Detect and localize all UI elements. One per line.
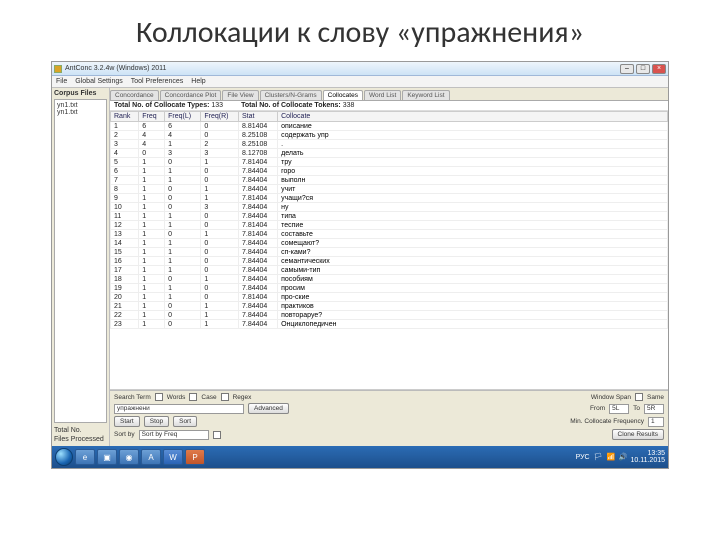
main-panel: Concordance Concordance Plot File View C… [110,88,668,446]
taskbar-app-chrome[interactable]: ◉ [119,449,139,465]
maximize-button[interactable]: □ [636,64,650,74]
taskbar-app-word[interactable]: W [163,449,183,465]
table-row[interactable]: 101037.84404ну [111,203,668,212]
sort-by-label: Sort by [114,431,135,438]
col-collocate[interactable]: Collocate [278,112,668,122]
tray-sound-icon[interactable]: 🔊 [618,453,626,461]
types-value: 133 [211,102,223,109]
collocate-table: Rank Freq Freq(L) Freq(R) Stat Collocate… [110,111,668,329]
table-row[interactable]: 181017.84404пособиям [111,275,668,284]
table-row[interactable]: 71107.84404выполн [111,176,668,185]
sort-button[interactable]: Sort [173,416,197,427]
case-checkbox[interactable] [189,393,197,401]
table-row[interactable]: 40338.12708делать [111,149,668,158]
table-row[interactable]: 61107.84404горо [111,167,668,176]
controls-panel: Search Term Words Case Regex Window Span… [110,390,668,446]
min-freq-label: Min. Collocate Frequency [570,418,644,425]
menu-bar: File Global Settings Tool Preferences He… [52,76,668,88]
window-span-label: Window Span [591,394,631,401]
from-input[interactable]: 5L [609,404,629,414]
min-freq-input[interactable]: 1 [648,417,664,427]
regex-checkbox[interactable] [221,393,229,401]
col-freq[interactable]: Freq [139,112,165,122]
slide-title: Коллокации к слову «упражнения» [0,0,720,61]
taskbar-time[interactable]: 13:35 [630,450,665,457]
clone-results-button[interactable]: Clone Results [612,429,664,440]
tokens-label: Total No. of Collocate Tokens: [241,102,341,109]
col-stat[interactable]: Stat [239,112,278,122]
table-row[interactable]: 221017.84404повтораруе? [111,311,668,320]
close-button[interactable]: × [652,64,666,74]
table-row[interactable]: 161107.84404семантических [111,257,668,266]
window-title: AntConc 3.2.4w (Windows) 2011 [65,65,166,72]
taskbar-date[interactable]: 10.11.2015 [630,457,665,464]
tool-tabs: Concordance Concordance Plot File View C… [110,88,668,101]
app-icon [54,65,62,73]
table-row[interactable]: 201107.81404про-ские [111,293,668,302]
menu-global-settings[interactable]: Global Settings [75,78,122,85]
table-row[interactable]: 151107.84404сп-ками? [111,248,668,257]
table-row[interactable]: 34128.25108. [111,140,668,149]
stop-button[interactable]: Stop [144,416,169,427]
table-row[interactable]: 51017.81404тру [111,158,668,167]
tab-collocates[interactable]: Collocates [323,90,363,100]
table-row[interactable]: 121107.81404теспие [111,221,668,230]
file-item[interactable]: yn1.txt [57,102,104,109]
table-row[interactable]: 131017.81404составьте [111,230,668,239]
flag-icon[interactable]: 🏳 [594,453,603,461]
files-processed-label: Files Processed [54,435,107,444]
tab-clusters[interactable]: Clusters/N-Grams [260,90,322,100]
file-list[interactable]: yn1.txt yn1.txt [54,99,107,423]
taskbar-app-folder[interactable]: ▣ [97,449,117,465]
corpus-files-header: Corpus Files [54,90,107,97]
table-row[interactable]: 91017.81404учащи?ся [111,194,668,203]
total-no-label: Total No. [54,426,107,435]
summary-row: Total No. of Collocate Types: 133 Total … [110,101,668,111]
table-row[interactable]: 16608.81404описание [111,122,668,131]
col-freql[interactable]: Freq(L) [165,112,201,122]
search-term-label: Search Term [114,394,151,401]
file-item[interactable]: yn1.txt [57,109,104,116]
col-rank[interactable]: Rank [111,112,139,122]
menu-help[interactable]: Help [191,78,205,85]
span-same-checkbox[interactable] [635,393,643,401]
tray-network-icon[interactable]: 📶 [606,453,614,461]
tab-file-view[interactable]: File View [222,90,258,100]
windows-taskbar: e ▣ ◉ A W P РУС 🏳 📶 🔊 13:35 10.11.2015 [52,446,668,468]
sidebar: Corpus Files yn1.txt yn1.txt Total No. F… [52,88,110,446]
minimize-button[interactable]: – [620,64,634,74]
table-row[interactable]: 231017.84404Онциклопедичен [111,320,668,329]
types-label: Total No. of Collocate Types: [114,102,209,109]
table-row[interactable]: 211017.84404практиков [111,302,668,311]
advanced-button[interactable]: Advanced [248,403,289,414]
words-checkbox[interactable] [155,393,163,401]
sort-by-select[interactable]: Sort by Freq [139,430,209,440]
menu-file[interactable]: File [56,78,67,85]
taskbar-app-explorer[interactable]: e [75,449,95,465]
taskbar-lang[interactable]: РУС [576,454,590,461]
collocate-table-wrap: Rank Freq Freq(L) Freq(R) Stat Collocate… [110,111,668,390]
invert-order-checkbox[interactable] [213,431,221,439]
table-row[interactable]: 24408.25108содержать упр [111,131,668,140]
col-freqr[interactable]: Freq(R) [201,112,239,122]
table-row[interactable]: 191107.84404просим [111,284,668,293]
table-row[interactable]: 141107.84404сомещают? [111,239,668,248]
table-row[interactable]: 81017.84404учит [111,185,668,194]
table-row[interactable]: 111107.84404типа [111,212,668,221]
table-row[interactable]: 171107.84404самыми-тип [111,266,668,275]
to-input[interactable]: 5R [644,404,664,414]
tokens-value: 338 [343,102,355,109]
tab-concordance[interactable]: Concordance [110,90,159,100]
start-button[interactable]: Start [114,416,140,427]
search-input[interactable]: упражнени [114,404,244,414]
menu-tool-preferences[interactable]: Tool Preferences [131,78,184,85]
tab-concordance-plot[interactable]: Concordance Plot [160,90,222,100]
taskbar-app-antconc[interactable]: A [141,449,161,465]
tab-wordlist[interactable]: Word List [364,90,401,100]
window-titlebar: AntConc 3.2.4w (Windows) 2011 – □ × [52,62,668,76]
tab-keywordlist[interactable]: Keyword List [402,90,449,100]
app-window: AntConc 3.2.4w (Windows) 2011 – □ × File… [51,61,669,469]
taskbar-app-powerpoint[interactable]: P [185,449,205,465]
start-button[interactable] [55,448,73,466]
